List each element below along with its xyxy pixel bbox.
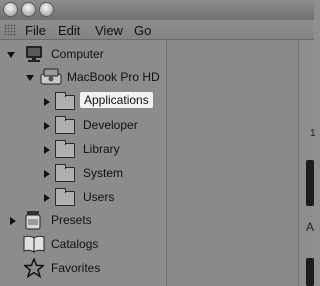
tree-label-presets: Presets xyxy=(51,213,92,227)
catalogs-book-icon xyxy=(23,235,45,253)
folder-icon xyxy=(55,164,75,182)
tree-label-library: Library xyxy=(83,142,120,156)
tree-item-library[interactable]: Library xyxy=(0,138,166,160)
tree-item-computer[interactable]: Computer xyxy=(0,43,166,65)
disclosure-collapsed-icon[interactable] xyxy=(44,122,50,130)
disclosure-expanded-icon[interactable] xyxy=(26,75,34,81)
tree-label-developer: Developer xyxy=(83,118,138,132)
menu-go[interactable]: Go xyxy=(134,23,151,38)
menu-file[interactable]: File xyxy=(25,23,46,38)
folder-icon xyxy=(55,92,75,110)
tree-item-applications[interactable]: Applications xyxy=(0,90,166,112)
tree-item-developer[interactable]: Developer xyxy=(0,114,166,136)
tree-label-drive: MacBook Pro HD xyxy=(67,70,160,84)
zoom-window-button[interactable] xyxy=(39,2,54,17)
minimize-window-button[interactable] xyxy=(21,2,36,17)
tree-label-system: System xyxy=(83,166,124,180)
presets-jar-icon xyxy=(25,211,41,230)
computer-monitor-icon xyxy=(26,46,42,62)
right-pane-thumbnail[interactable] xyxy=(306,258,314,286)
close-window-button[interactable] xyxy=(3,2,18,17)
menubar-grip-icon xyxy=(4,24,16,36)
tree-item-presets[interactable]: Presets xyxy=(0,209,166,231)
tree-label-favorites: Favorites xyxy=(51,261,101,275)
favorites-star-icon xyxy=(24,258,44,278)
folder-icon xyxy=(55,116,75,134)
tree-item-favorites[interactable]: Favorites xyxy=(0,257,166,279)
tree-label-catalogs: Catalogs xyxy=(51,237,99,251)
disclosure-collapsed-icon[interactable] xyxy=(44,98,50,106)
menubar: File Edit View Go xyxy=(0,20,314,40)
disclosure-collapsed-icon[interactable] xyxy=(44,194,50,202)
hard-drive-icon xyxy=(40,68,62,85)
tree-item-system[interactable]: System xyxy=(0,162,166,184)
tree-label-computer: Computer xyxy=(51,47,104,61)
disclosure-expanded-icon[interactable] xyxy=(7,52,15,58)
center-pane xyxy=(166,40,299,286)
window-titlebar xyxy=(0,0,314,20)
menu-view[interactable]: View xyxy=(95,23,123,38)
pane-divider[interactable] xyxy=(166,40,167,286)
tree-item-catalogs[interactable]: Catalogs xyxy=(0,233,166,255)
right-pane-tick-label: 1 xyxy=(310,128,316,139)
disclosure-collapsed-icon[interactable] xyxy=(44,146,50,154)
tree-label-users: Users xyxy=(83,190,115,204)
menu-edit[interactable]: Edit xyxy=(58,23,80,38)
right-pane-label: A xyxy=(306,220,315,234)
disclosure-collapsed-icon[interactable] xyxy=(44,170,50,178)
disclosure-collapsed-icon[interactable] xyxy=(10,217,16,225)
folder-icon xyxy=(55,188,75,206)
folder-icon xyxy=(55,140,75,158)
tree-item-users[interactable]: Users xyxy=(0,186,166,208)
right-pane-thumbnail[interactable] xyxy=(306,160,314,206)
tree-item-drive[interactable]: MacBook Pro HD xyxy=(0,66,166,88)
tree-label-applications: Applications xyxy=(80,92,153,108)
